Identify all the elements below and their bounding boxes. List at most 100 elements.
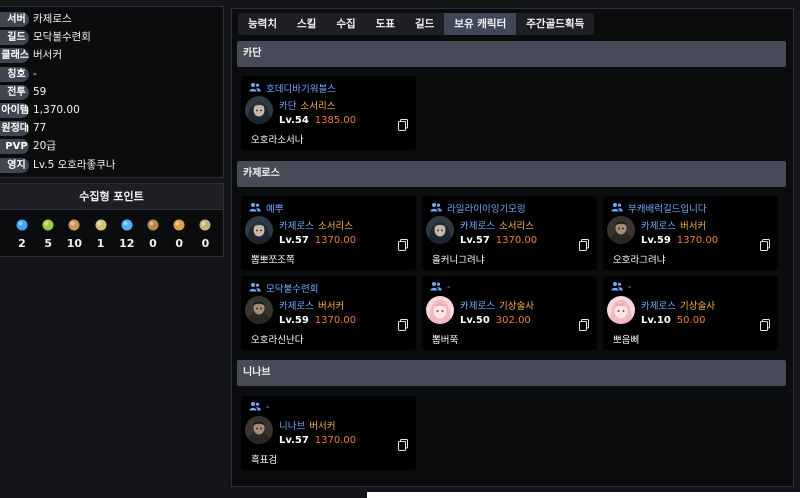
guild-name: - xyxy=(266,402,270,413)
character-level: Lv.10 50.00 xyxy=(641,315,705,326)
tab-item[interactable]: 스킬 xyxy=(287,13,326,35)
collection-item: 12 xyxy=(116,217,138,250)
tab-item[interactable]: 주간골드획득 xyxy=(516,13,594,35)
character-server: 카제로스 버서커 xyxy=(279,298,344,312)
character-card[interactable]: - 카제로스 기상술사 Lv.10 50.00 뽀음삐 xyxy=(603,276,778,350)
guild-name: 부캐배럭길드입니다 xyxy=(628,204,707,215)
collection-value: 10 xyxy=(66,237,83,250)
item-level: 1370.00 xyxy=(676,235,719,246)
guild-icon xyxy=(611,281,628,294)
collection-item: 0 xyxy=(142,217,164,250)
copy-icon[interactable] xyxy=(398,316,408,331)
character-guild: 부캐배럭길드입니다 xyxy=(611,201,707,215)
profile-row: 아이템 1,370.00 xyxy=(0,102,222,118)
profile-label: 칭호 xyxy=(0,66,29,82)
profile-row: PVP 20급 xyxy=(0,138,222,155)
profile-row: 길드 모닥불수련회 xyxy=(0,29,222,46)
character-guild: 호데디바기워블스 xyxy=(249,81,336,95)
guild-name: 호데디바기워블스 xyxy=(266,84,336,95)
guild-icon xyxy=(249,82,266,95)
item-level: 1385.00 xyxy=(314,115,357,126)
character-name: 올커니그려냐 xyxy=(432,255,485,266)
guild-name: 라일라이이잉기모링 xyxy=(447,204,526,215)
guild-icon xyxy=(249,282,266,295)
profile-value: 버서커 xyxy=(33,49,62,62)
profile-label: 영지 xyxy=(0,157,29,173)
profile-row: 원정대 77 xyxy=(0,120,222,137)
character-avatar xyxy=(245,96,273,124)
collection-value: 5 xyxy=(44,237,53,250)
profile-label: 길드 xyxy=(0,30,29,46)
copy-icon[interactable] xyxy=(579,236,589,251)
character-name: 뽑버쭉 xyxy=(432,335,459,346)
tab-item[interactable]: 수집 xyxy=(326,13,365,35)
character-level: Lv.57 1370.00 xyxy=(279,435,356,446)
copy-icon[interactable] xyxy=(398,236,408,251)
character-class: 버서커 xyxy=(679,221,707,232)
item-level: 1370.00 xyxy=(314,435,357,446)
character-avatar xyxy=(245,416,273,444)
profile-row: 서버 카제로스 xyxy=(0,11,222,27)
item-level: 1370.00 xyxy=(314,235,357,246)
character-card[interactable]: 부캐배럭길드입니다 카제로스 버서커 Lv.59 1370.00 오호라그려냐 xyxy=(603,196,778,270)
character-server: 니나브 버서커 xyxy=(279,418,335,432)
character-name: 뽑뽀쪼조쪽 xyxy=(251,255,295,266)
copy-icon[interactable] xyxy=(760,316,770,331)
main-panel: 능력치 스킬 수집 도표 길드 보유 캐릭터 주간골드획득 카단 호데디바기워블스 카단 소서리스… xyxy=(231,8,794,487)
character-card[interactable]: - 카제로스 기상술사 Lv.50 302.00 뽑버쭉 xyxy=(422,276,597,350)
collection-item: 10 xyxy=(63,217,85,250)
profile-value: 59 xyxy=(33,85,47,98)
profile-row: 전투 59 xyxy=(0,84,222,100)
level-text: Lv.54 xyxy=(279,115,309,126)
server-name: 카제로스 xyxy=(279,221,314,232)
copy-icon[interactable] xyxy=(579,316,589,331)
character-level: Lv.57 1370.00 xyxy=(279,235,356,246)
character-level: Lv.50 302.00 xyxy=(460,315,531,326)
item-level: 1370.00 xyxy=(495,235,538,246)
tab-item[interactable]: 보유 캐릭터 xyxy=(444,13,517,35)
tab-item[interactable]: 길드 xyxy=(405,13,444,35)
character-card[interactable]: 예뿌 카제로스 소서리스 Lv.57 1370.00 뽑뽀쪼조쪽 xyxy=(241,196,416,270)
collection-value: 0 xyxy=(201,237,210,250)
character-card[interactable]: 라일라이이잉기모링 카제로스 소서리스 Lv.57 1370.00 올커니그려냐 xyxy=(422,196,597,270)
copy-icon[interactable] xyxy=(398,116,408,131)
tab-bar: 능력치 스킬 수집 도표 길드 보유 캐릭터 주간골드획득 xyxy=(238,13,595,35)
tab-item[interactable]: 능력치 xyxy=(238,13,287,35)
character-guild: - xyxy=(249,401,269,414)
collection-points-panel: 수집형 포인트 2 5 10 1 12 0 0 0 xyxy=(0,183,224,257)
character-server: 카제로스 소서리스 xyxy=(279,218,353,232)
collection-value: 0 xyxy=(175,237,184,250)
server-name: 니나브 xyxy=(279,421,306,432)
level-text: Lv.57 xyxy=(279,435,309,446)
level-text: Lv.50 xyxy=(460,315,490,326)
collection-item: 1 xyxy=(90,217,112,250)
character-class: 소서리스 xyxy=(498,221,534,232)
profile-label: 아이템 xyxy=(0,103,29,118)
horizontal-scrollbar[interactable] xyxy=(367,492,800,498)
profile-label: 클래스 xyxy=(0,48,29,64)
tab-item[interactable]: 도표 xyxy=(366,13,405,35)
guild-name: - xyxy=(447,282,451,293)
character-server: 카제로스 소서리스 xyxy=(460,218,534,232)
server-name: 카제로스 xyxy=(641,221,676,232)
profile-value: Lv.5 오호라좋쿠나 xyxy=(33,158,116,171)
profile-label: 원정대 xyxy=(0,121,29,137)
character-card[interactable]: 호데디바기워블스 카단 소서리스 Lv.54 1385.00 오호라소서나 xyxy=(241,76,416,150)
server-name: 카제로스 xyxy=(279,301,314,312)
item-level: 1370.00 xyxy=(314,315,357,326)
character-card[interactable]: - 니나브 버서커 Lv.57 1370.00 흑표검 xyxy=(241,396,416,470)
level-text: Lv.57 xyxy=(279,235,309,246)
guild-icon xyxy=(249,202,266,215)
collection-item: 0 xyxy=(168,217,190,250)
copy-icon[interactable] xyxy=(398,436,408,451)
profile-value: - xyxy=(33,67,37,80)
copy-icon[interactable] xyxy=(760,236,770,251)
guild-icon xyxy=(249,401,266,414)
character-class: 버서커 xyxy=(309,421,336,432)
collection-item: 0 xyxy=(194,217,216,250)
character-name: 흑표검 xyxy=(251,455,278,466)
character-server: 카제로스 기상술사 xyxy=(641,298,715,312)
character-guild: - xyxy=(430,281,450,294)
character-name: 오호라소서나 xyxy=(251,135,304,146)
character-card[interactable]: 모닥불수련회 카제로스 버서커 Lv.59 1370.00 오호라신난다 xyxy=(241,276,416,350)
